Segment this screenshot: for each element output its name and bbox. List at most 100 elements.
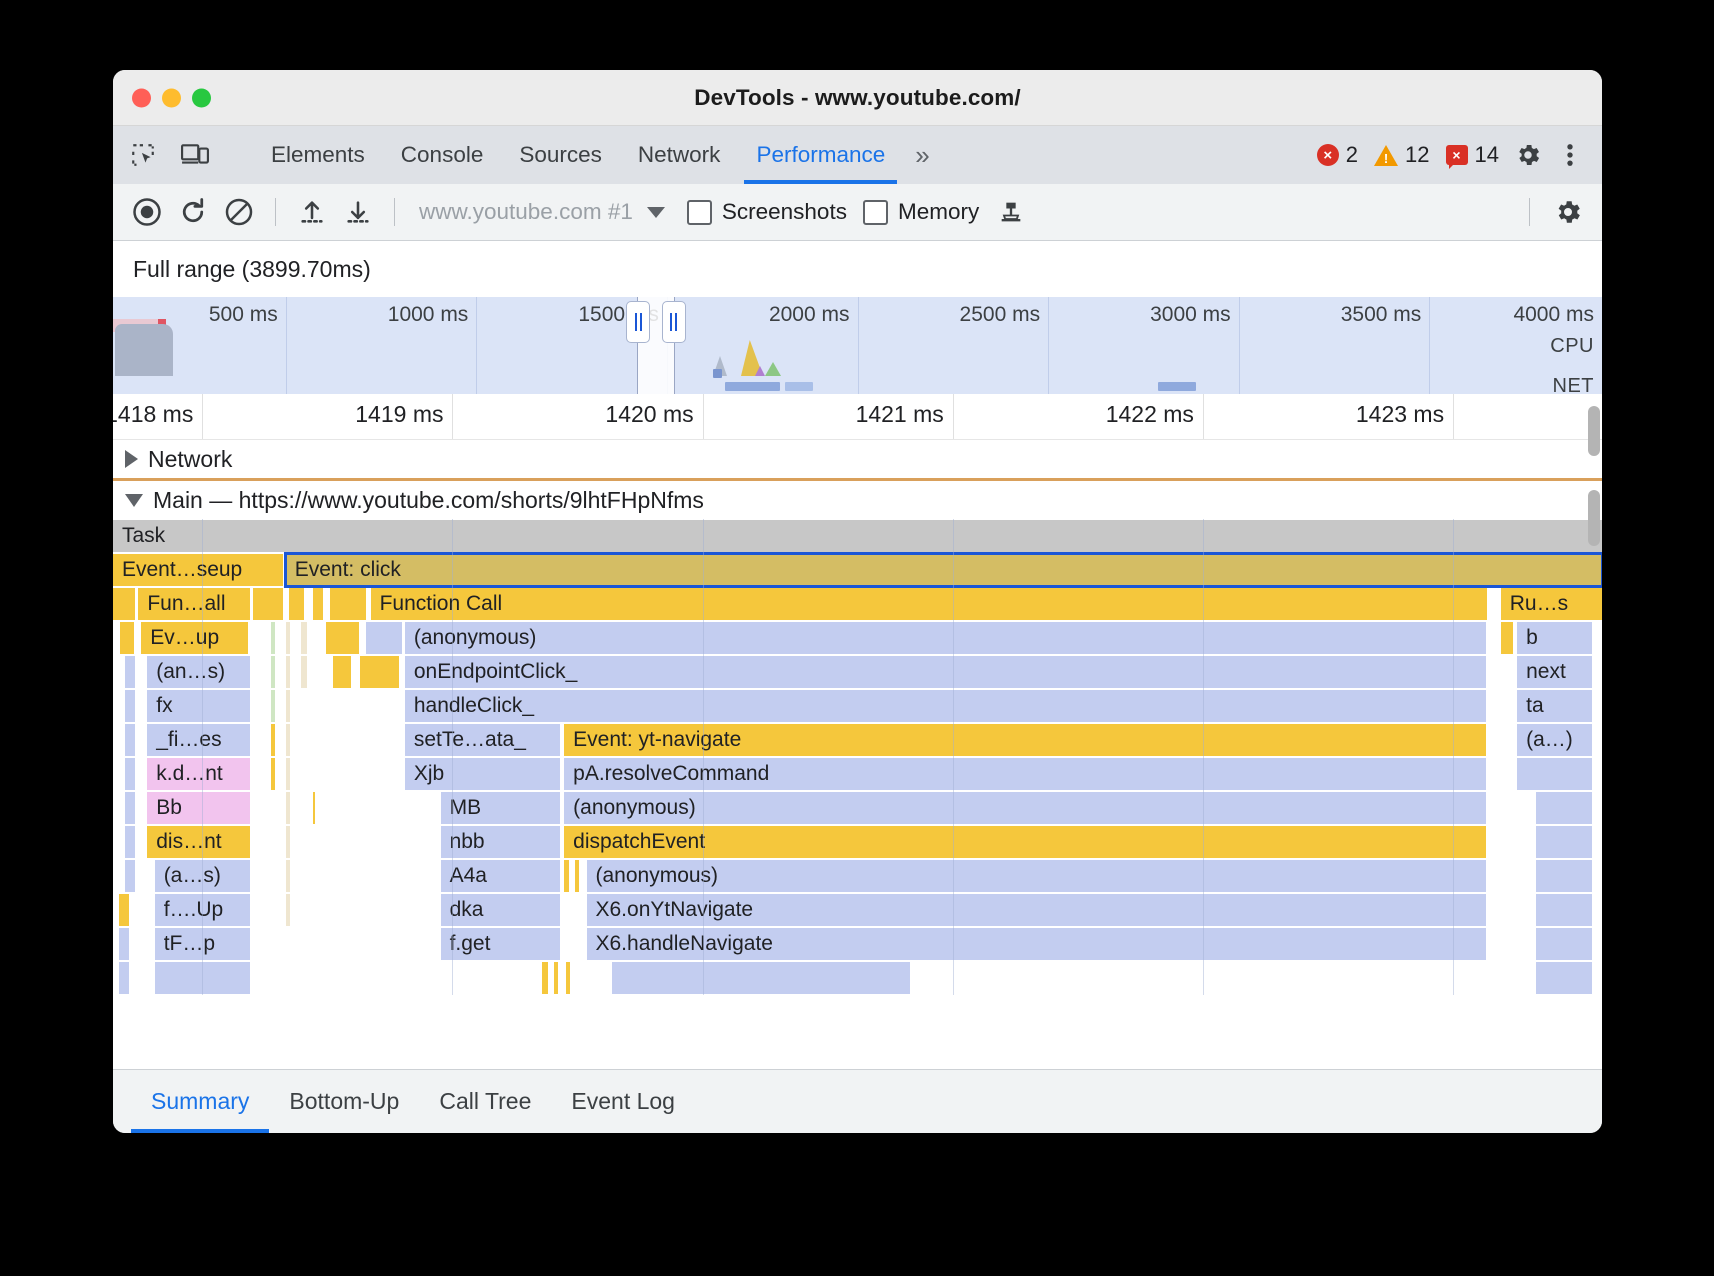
gear-icon[interactable] xyxy=(1510,137,1546,173)
flame-block[interactable]: b xyxy=(1517,622,1591,654)
flame-block-unlabeled[interactable] xyxy=(313,588,323,620)
flame-block[interactable]: _fi…es xyxy=(147,724,250,756)
flame-block-unlabeled[interactable] xyxy=(313,792,316,824)
flame-block-unlabeled[interactable] xyxy=(286,656,290,688)
flame-block[interactable]: dispatchEvent xyxy=(564,826,1486,858)
tab-summary[interactable]: Summary xyxy=(131,1070,269,1133)
reload-record-icon[interactable] xyxy=(171,190,215,234)
flame-block-unlabeled[interactable] xyxy=(125,656,135,688)
flame-block[interactable]: dka xyxy=(441,894,560,926)
flame-block[interactable]: X6.onYtNavigate xyxy=(587,894,1486,926)
inspect-icon[interactable] xyxy=(124,136,162,174)
flame-block[interactable]: (anonymous) xyxy=(587,860,1486,892)
flame-block-unlabeled[interactable] xyxy=(120,622,133,654)
flame-block-unlabeled[interactable] xyxy=(271,622,275,654)
flame-block-unlabeled[interactable] xyxy=(286,690,290,722)
flame-block-unlabeled[interactable] xyxy=(612,962,910,994)
flame-block-unlabeled[interactable] xyxy=(271,724,275,756)
flame-block[interactable]: (anonymous) xyxy=(405,622,1486,654)
flame-block[interactable]: Fun…all xyxy=(138,588,250,620)
flame-block-unlabeled[interactable] xyxy=(271,656,275,688)
tab-console[interactable]: Console xyxy=(383,126,502,184)
tab-bottom-up[interactable]: Bottom-Up xyxy=(269,1070,419,1133)
clear-icon[interactable] xyxy=(217,190,261,234)
flame-block-unlabeled[interactable] xyxy=(1536,928,1591,960)
selection-left-grabber[interactable] xyxy=(626,301,650,343)
device-toolbar-icon[interactable] xyxy=(176,136,214,174)
flame-block-unlabeled[interactable] xyxy=(113,588,135,620)
flame-block-unlabeled[interactable] xyxy=(119,928,129,960)
flame-block[interactable]: Ev…up xyxy=(141,622,248,654)
flame-block-unlabeled[interactable] xyxy=(286,826,290,858)
flame-block-unlabeled[interactable] xyxy=(1536,860,1591,892)
flame-block-unlabeled[interactable] xyxy=(1536,962,1591,994)
flame-block-unlabeled[interactable] xyxy=(542,962,548,994)
record-circle-icon[interactable] xyxy=(125,190,169,234)
flame-block-unlabeled[interactable] xyxy=(326,622,359,654)
flame-block[interactable]: Function Call xyxy=(371,588,1488,620)
flame-block[interactable]: Event…seup xyxy=(113,554,283,586)
flame-block[interactable]: pA.resolveCommand xyxy=(564,758,1486,790)
flame-block-selected[interactable]: Event: click xyxy=(286,554,1602,586)
flame-block-unlabeled[interactable] xyxy=(155,962,250,994)
flame-block[interactable]: tF…p xyxy=(155,928,250,960)
flame-block-unlabeled[interactable] xyxy=(333,656,351,688)
flame-block-unlabeled[interactable] xyxy=(286,894,290,926)
flame-block-unlabeled[interactable] xyxy=(1536,792,1591,824)
flame-block[interactable]: (an…s) xyxy=(147,656,250,688)
flame-block-unlabeled[interactable] xyxy=(566,962,570,994)
flame-block-unlabeled[interactable] xyxy=(564,860,568,892)
flame-chart-area[interactable]: 1418 ms1419 ms1420 ms1421 ms1422 ms1423 … xyxy=(113,394,1602,1069)
flame-block[interactable]: (a…s) xyxy=(155,860,250,892)
upload-profile-icon[interactable] xyxy=(290,190,334,234)
flame-block[interactable]: ta xyxy=(1517,690,1591,722)
flame-block[interactable]: (anonymous) xyxy=(564,792,1486,824)
flame-block-unlabeled[interactable] xyxy=(286,622,290,654)
flame-block-unlabeled[interactable] xyxy=(125,826,135,858)
tab-event-log[interactable]: Event Log xyxy=(551,1070,695,1133)
flame-block[interactable]: X6.handleNavigate xyxy=(587,928,1486,960)
flame-block-unlabeled[interactable] xyxy=(125,758,135,790)
flame-block-unlabeled[interactable] xyxy=(271,690,275,722)
flame-block-unlabeled[interactable] xyxy=(286,724,290,756)
flame-block[interactable]: dis…nt xyxy=(147,826,250,858)
flame-block-unlabeled[interactable] xyxy=(119,962,129,994)
session-select[interactable]: www.youtube.com #1 xyxy=(419,199,665,225)
flame-block[interactable]: f.get xyxy=(441,928,560,960)
flame-block-unlabeled[interactable] xyxy=(1501,622,1513,654)
download-profile-icon[interactable] xyxy=(336,190,380,234)
flame-block[interactable]: Ru…s xyxy=(1501,588,1602,620)
flame-block-unlabeled[interactable] xyxy=(1517,758,1591,790)
flame-block[interactable]: handleClick_ xyxy=(405,690,1486,722)
flame-block-unlabeled[interactable] xyxy=(289,588,304,620)
screenshots-checkbox[interactable]: Screenshots xyxy=(687,199,847,225)
flame-block[interactable]: setTe…ata_ xyxy=(405,724,560,756)
flame-block-unlabeled[interactable] xyxy=(1536,894,1591,926)
flame-block-unlabeled[interactable] xyxy=(125,724,135,756)
selection-right-grabber[interactable] xyxy=(662,301,686,343)
flame-block[interactable]: nbb xyxy=(441,826,560,858)
tab-network[interactable]: Network xyxy=(620,126,739,184)
flame-block[interactable]: Event: yt-navigate xyxy=(564,724,1486,756)
flame-block-unlabeled[interactable] xyxy=(271,758,275,790)
flame-block-unlabeled[interactable] xyxy=(360,656,399,688)
flame-block[interactable]: onEndpointClick_ xyxy=(405,656,1486,688)
flame-block[interactable]: (a…) xyxy=(1517,724,1591,756)
flame-block[interactable]: A4a xyxy=(441,860,560,892)
flame-block[interactable]: fx xyxy=(147,690,250,722)
flame-block-unlabeled[interactable] xyxy=(286,860,290,892)
flame-block-unlabeled[interactable] xyxy=(301,622,307,654)
flame-block-unlabeled[interactable] xyxy=(286,758,290,790)
flame-block[interactable]: Xjb xyxy=(405,758,560,790)
flame-block-unlabeled[interactable] xyxy=(125,860,135,892)
flame-block-unlabeled[interactable] xyxy=(125,792,135,824)
flame-block-unlabeled[interactable] xyxy=(554,962,558,994)
tab-performance[interactable]: Performance xyxy=(738,126,903,184)
memory-checkbox[interactable]: Memory xyxy=(863,199,979,225)
flame-chart-rows[interactable]: TaskEvent…seupEvent: click Fun…all Functio… xyxy=(113,519,1602,995)
flame-chart-scrollbar[interactable] xyxy=(1588,406,1600,456)
kebab-menu-icon[interactable] xyxy=(1552,137,1588,173)
flame-block-unlabeled[interactable] xyxy=(366,622,402,654)
error-counter[interactable]: × 2 xyxy=(1312,142,1363,168)
flame-block[interactable]: Task xyxy=(113,520,1602,552)
